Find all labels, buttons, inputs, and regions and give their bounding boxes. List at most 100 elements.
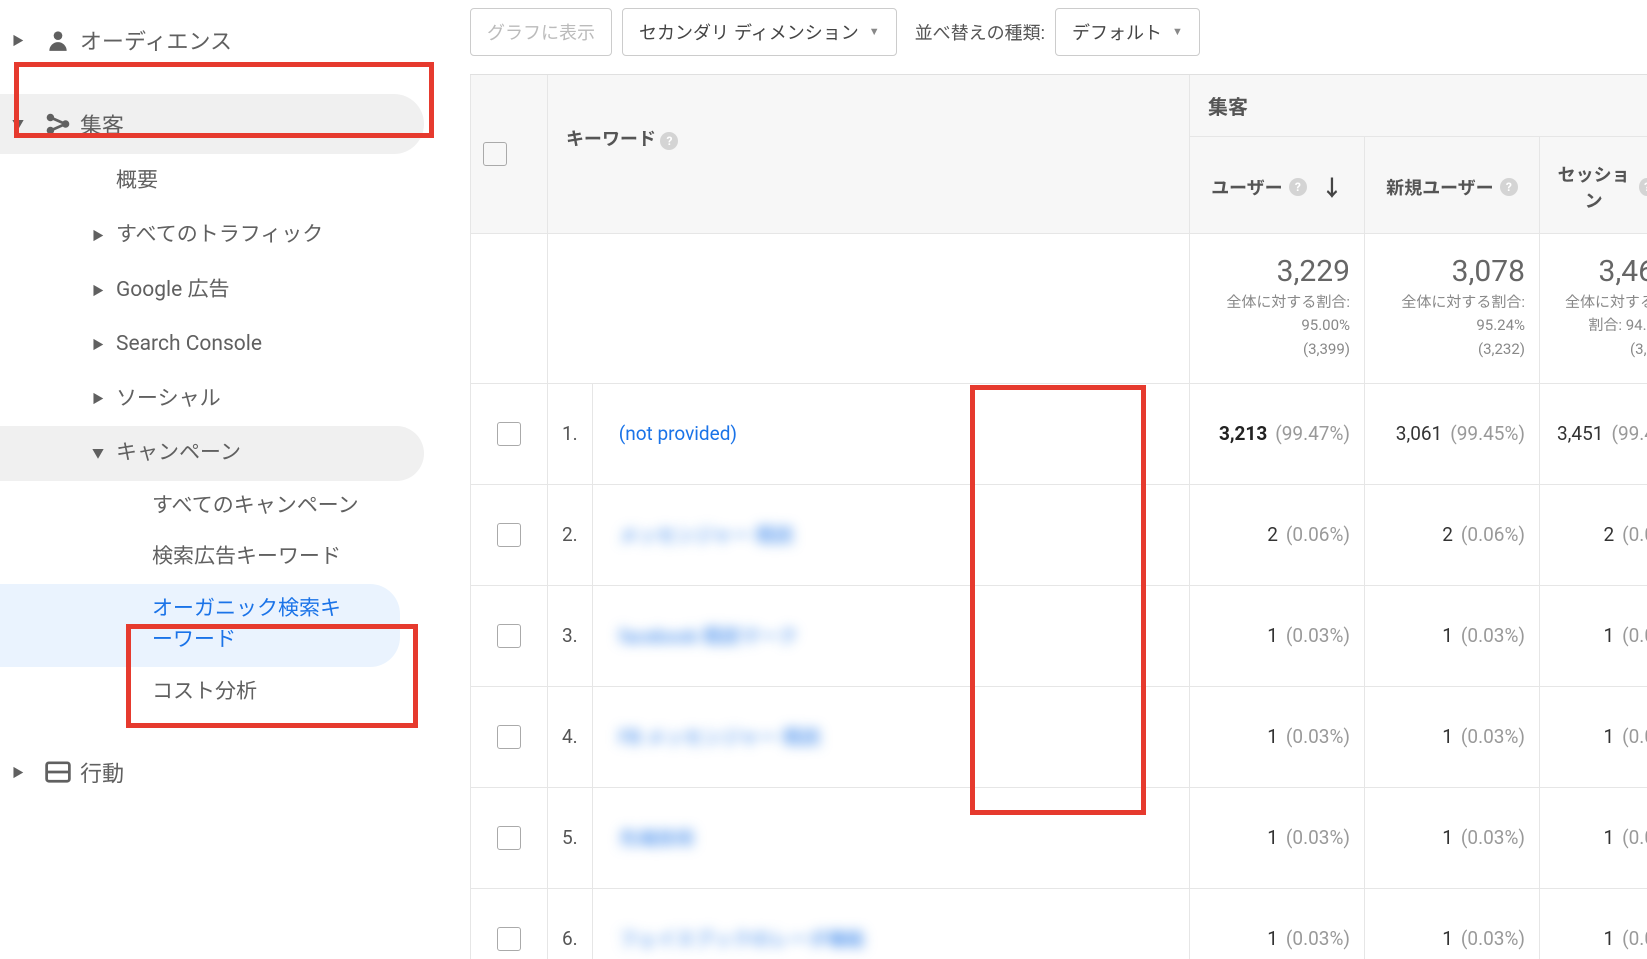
total-users: 3,229 (1204, 254, 1350, 289)
row-users: 1(0.03%) (1190, 585, 1365, 686)
nav-cost-analysis-label: コスト分析 (152, 677, 277, 709)
table-row: 1.(not provided)3,213(99.47%)3,061(99.45… (471, 383, 1647, 484)
plot-rows-button[interactable]: グラフに表示 (470, 8, 612, 56)
row-sessions: 3,451(99.4 (1540, 383, 1647, 484)
total-new-users-pct: 全体に対する割合: 95.24% (1379, 291, 1525, 336)
toolbar: グラフに表示 セカンダリ ディメンション ▼ 並べ替えの種類: デフォルト ▼ (470, 0, 1647, 74)
total-sessions-base: (3,6 (1554, 338, 1647, 361)
help-icon[interactable]: ? (660, 132, 678, 150)
nav-campaigns-label: キャンペーン (116, 438, 261, 468)
keyword-header: キーワード (566, 129, 656, 150)
total-sessions-pct: 全体に対する割合: 94.3 (1554, 291, 1647, 336)
col-sessions-label: セッション (1554, 161, 1633, 213)
row-users: 1(0.03%) (1190, 787, 1365, 888)
total-sessions: 3,46 (1554, 254, 1647, 289)
group-header: 集客 (1208, 95, 1248, 119)
row-new-users: 1(0.03%) (1365, 686, 1540, 787)
col-sessions-header[interactable]: セッション ? (1540, 137, 1647, 234)
nav-all-traffic[interactable]: ▶ すべてのトラフィック (0, 208, 440, 262)
row-index: 1. (548, 383, 593, 484)
row-index: 2. (548, 484, 593, 585)
row-checkbox[interactable] (497, 927, 521, 951)
chevron-right-icon: ▶ (0, 764, 36, 781)
row-new-users: 1(0.03%) (1365, 787, 1540, 888)
row-new-users: 3,061(99.45%) (1365, 383, 1540, 484)
row-checkbox[interactable] (497, 422, 521, 446)
nav-paid-keywords-label: 検索広告キーワード (152, 542, 361, 574)
chevron-down-icon: ▼ (1172, 26, 1183, 38)
table-row: 5.先端技術1(0.03%)1(0.03%)1(0.0 (471, 787, 1647, 888)
help-icon[interactable]: ? (1500, 178, 1518, 196)
nav-acquisition-label: 集客 (80, 108, 124, 140)
total-new-users: 3,078 (1379, 254, 1525, 289)
row-checkbox[interactable] (497, 523, 521, 547)
row-keyword[interactable]: メッセンジャー 既読 (607, 524, 794, 547)
row-index: 5. (548, 787, 593, 888)
totals-row: 3,229 全体に対する割合: 95.00% (3,399) 3,078 全体に… (471, 234, 1647, 384)
row-sessions: 2(0.0 (1540, 484, 1647, 585)
row-new-users: 1(0.03%) (1365, 585, 1540, 686)
total-new-users-base: (3,232) (1379, 338, 1525, 361)
chevron-right-icon: ▶ (80, 390, 116, 407)
chevron-down-icon: ▼ (0, 116, 36, 133)
nav-google-ads-label: Google 広告 (116, 275, 250, 305)
nav-all-traffic-label: すべてのトラフィック (116, 220, 343, 250)
row-users: 1(0.03%) (1190, 686, 1365, 787)
total-users-pct: 全体に対する割合: 95.00% (1204, 291, 1350, 336)
col-users-header[interactable]: ユーザー ? ↓ (1190, 137, 1365, 234)
row-keyword[interactable]: フェイスブックのレーダ機能 (607, 928, 865, 951)
row-keyword[interactable]: facebook 既読マーク (607, 625, 798, 648)
total-users-base: (3,399) (1204, 338, 1350, 361)
row-sessions: 1(0.0 (1540, 585, 1647, 686)
nav-overview[interactable]: 概要 (0, 154, 440, 208)
row-keyword[interactable]: FB メッセンジャー 既読 (607, 726, 821, 749)
col-new-users-header[interactable]: 新規ユーザー ? (1365, 137, 1540, 234)
row-keyword[interactable]: (not provided) (607, 422, 737, 445)
row-users: 2(0.06%) (1190, 484, 1365, 585)
chevron-right-icon: ▶ (80, 336, 116, 353)
nav-behavior-label: 行動 (80, 756, 124, 788)
row-checkbox[interactable] (497, 624, 521, 648)
sort-desc-icon: ↓ (1321, 171, 1343, 203)
row-new-users: 1(0.03%) (1365, 888, 1540, 959)
nav-all-campaigns[interactable]: すべてのキャンペーン (0, 481, 440, 533)
nav-search-console[interactable]: ▶ Search Console (0, 317, 440, 371)
chevron-right-icon: ▶ (80, 227, 116, 244)
nav-behavior[interactable]: ▶ 行動 (0, 742, 440, 802)
chevron-right-icon: ▶ (80, 282, 116, 299)
nav-google-ads[interactable]: ▶ Google 広告 (0, 263, 440, 317)
nav-search-console-label: Search Console (116, 329, 282, 359)
nav-audience[interactable]: ▶ オーディエンス (0, 10, 440, 70)
audience-icon (36, 27, 80, 53)
nav-paid-keywords[interactable]: 検索広告キーワード (0, 532, 440, 584)
secondary-dimension-dropdown[interactable]: セカンダリ ディメンション ▼ (622, 8, 897, 56)
row-sessions: 1(0.0 (1540, 787, 1647, 888)
help-icon[interactable]: ? (1639, 178, 1647, 196)
table-row: 4.FB メッセンジャー 既読1(0.03%)1(0.03%)1(0.0 (471, 686, 1647, 787)
secondary-dimension-label: セカンダリ ディメンション (639, 19, 859, 45)
row-index: 6. (548, 888, 593, 959)
nav-cost-analysis[interactable]: コスト分析 (0, 667, 440, 719)
row-keyword[interactable]: 先端技術 (607, 827, 695, 850)
table-row: 3.facebook 既読マーク1(0.03%)1(0.03%)1(0.0 (471, 585, 1647, 686)
table-row: 6.フェイスブックのレーダ機能1(0.03%)1(0.03%)1(0.0 (471, 888, 1647, 959)
chevron-down-icon: ▼ (869, 26, 880, 38)
row-users: 1(0.03%) (1190, 888, 1365, 959)
select-all-checkbox[interactable] (483, 142, 507, 166)
nav-organic-keywords[interactable]: オーガニック検索キーワード (0, 584, 400, 667)
nav-acquisition[interactable]: ▼ 集客 (0, 94, 424, 154)
col-new-users-label: 新規ユーザー (1386, 174, 1494, 200)
sort-type-label: 並べ替えの種類: (915, 19, 1045, 45)
nav-all-campaigns-label: すべてのキャンペーン (152, 491, 379, 523)
row-checkbox[interactable] (497, 826, 521, 850)
sort-type-dropdown[interactable]: デフォルト ▼ (1055, 8, 1200, 56)
row-checkbox[interactable] (497, 725, 521, 749)
nav-social[interactable]: ▶ ソーシャル (0, 372, 440, 426)
nav-audience-label: オーディエンス (80, 24, 232, 56)
nav-campaigns[interactable]: ▼ キャンペーン (0, 426, 424, 480)
nav-organic-keywords-label: オーガニック検索キーワード (152, 594, 380, 657)
help-icon[interactable]: ? (1289, 178, 1307, 196)
row-sessions: 1(0.0 (1540, 686, 1647, 787)
row-index: 4. (548, 686, 593, 787)
sidebar: ▶ オーディエンス ▼ 集客 概要 ▶ すべてのトラフィック ▶ Google … (0, 0, 440, 959)
